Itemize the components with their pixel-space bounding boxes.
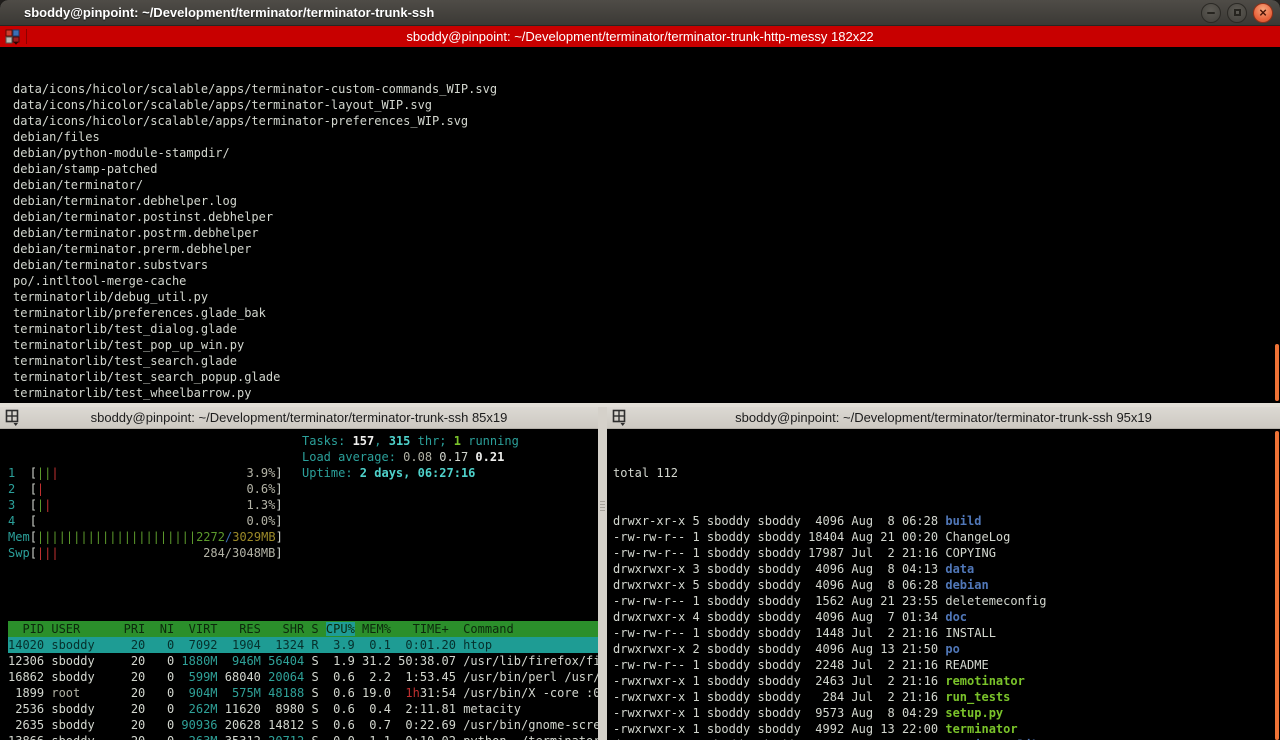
output-line: terminatorlib/test_search_popup.glade [0,369,1280,385]
output-line: data/icons/hicolor/scalable/apps/termina… [0,113,1280,129]
output-line: data/icons/hicolor/scalable/apps/termina… [0,97,1280,113]
cpu-meter: 3 [|| 1.3%] [8,497,598,513]
mem-meter: Mem[||||||||||||||||||||||2272/3029MB] [8,529,598,545]
pane-htop: sboddy@pinpoint: ~/Development/terminato… [0,407,598,740]
file-row: drwxrwxr-x 4 sboddy sboddy 4096 Aug 7 01… [613,609,1280,625]
output-line: debian/terminator.prerm.debhelper [0,241,1280,257]
htop-process-table: PID USER PRI NI VIRT RES SHR S CPU% MEM%… [8,621,598,740]
summary-line: Uptime: 2 days, 06:27:16 [302,465,519,481]
file-name: setup.py [945,706,1003,720]
file-name: INSTALL [945,626,996,640]
terminal-output: data/icons/hicolor/scalable/apps/termina… [0,81,1280,403]
scrollbar-thumb[interactable] [1275,431,1279,740]
summary-line: Tasks: 157, 315 thr; 1 running [302,433,519,449]
output-line: debian/stamp-patched [0,161,1280,177]
output-line: debian/files [0,129,1280,145]
terminal-htop[interactable]: 1 [||| 3.9%]2 [| 0.6%]3 [|| 1.3%]4 [ 0.0… [0,429,598,740]
splitter-grip[interactable] [600,499,605,513]
process-row: 1899 root 20 0 904M 575M 48188 S 0.6 19.… [8,685,598,701]
output-line: terminatorlib/test_pop_up_win.py [0,337,1280,353]
file-name: ChangeLog [945,530,1010,544]
minimize-icon [1207,12,1215,14]
pane-title: sboddy@pinpoint: ~/Development/terminato… [607,410,1280,425]
window-buttons: × [1201,3,1273,23]
file-row: drwxrwxr-x 2 sboddy sboddy 4096 Aug 13 2… [613,641,1280,657]
window-title: sboddy@pinpoint: ~/Development/terminato… [24,5,434,20]
file-row: -rw-rw-r-- 1 sboddy sboddy 1562 Aug 21 2… [613,593,1280,609]
window-titlebar[interactable]: sboddy@pinpoint: ~/Development/terminato… [0,0,1280,26]
process-row: 12306 sboddy 20 0 1880M 946M 56404 S 1.9… [8,653,598,669]
output-line: terminatorlib/test_window.glade [0,401,1280,403]
process-row: 2536 sboddy 20 0 262M 11620 8980 S 0.6 0… [8,701,598,717]
file-listing: drwxr-xr-x 5 sboddy sboddy 4096 Aug 8 06… [613,513,1280,740]
close-button[interactable]: × [1253,3,1273,23]
pane-titlebar-ls[interactable]: sboddy@pinpoint: ~/Development/terminato… [607,407,1280,429]
focused-pane-titlebar[interactable]: sboddy@pinpoint: ~/Development/terminato… [0,26,1280,47]
process-row: 16862 sboddy 20 0 599M 68040 20064 S 0.6… [8,669,598,685]
output-line: debian/python-module-stampdir/ [0,145,1280,161]
pane-title: sboddy@pinpoint: ~/Development/terminato… [0,410,598,425]
output-line: data/icons/hicolor/scalable/apps/termina… [0,81,1280,97]
output-line: debian/terminator.debhelper.log [0,193,1280,209]
directory-name: doc [945,610,967,624]
process-row: 14020 sboddy 20 0 7092 1904 1324 R 3.9 0… [8,637,598,653]
close-icon: × [1259,6,1267,19]
file-row: -rwxrwxr-x 1 sboddy sboddy 2463 Jul 2 21… [613,673,1280,689]
output-line: terminatorlib/preferences.glade_bak [0,305,1280,321]
output-line: debian/terminator.substvars [0,257,1280,273]
file-row: -rwxrwxr-x 1 sboddy sboddy 284 Jul 2 21:… [613,689,1280,705]
file-row: -rwxrwxr-x 1 sboddy sboddy 4992 Aug 13 2… [613,721,1280,737]
maximize-icon [1234,9,1241,16]
file-row: -rw-rw-r-- 1 sboddy sboddy 17987 Jul 2 2… [613,545,1280,561]
file-row: drwxrwxr-x 5 sboddy sboddy 4096 Aug 8 06… [613,577,1280,593]
terminal-top[interactable]: data/icons/hicolor/scalable/apps/termina… [0,47,1280,403]
pane-titlebar-htop[interactable]: sboddy@pinpoint: ~/Development/terminato… [0,407,598,429]
output-line: po/.intltool-merge-cache [0,273,1280,289]
output-line: debian/terminator/ [0,177,1280,193]
htop-summary: Tasks: 157, 315 thr; 1 runningLoad avera… [302,433,519,481]
directory-name: data [945,562,974,576]
file-row: -rw-rw-r-- 1 sboddy sboddy 18404 Aug 21 … [613,529,1280,545]
output-line: terminatorlib/debug_util.py [0,289,1280,305]
file-name: deletemeconfig [945,594,1046,608]
vertical-splitter[interactable] [598,407,607,740]
cpu-meter: 2 [| 0.6%] [8,481,598,497]
file-row: drwxr-xr-x 5 sboddy sboddy 4096 Aug 8 06… [613,513,1280,529]
file-name: remotinator [945,674,1024,688]
summary-line: Load average: 0.08 0.17 0.21 [302,449,519,465]
focused-pane-title: sboddy@pinpoint: ~/Development/terminato… [0,29,1280,44]
output-line: terminatorlib/test_dialog.glade [0,321,1280,337]
swp-meter: Swp[||| 284/3048MB] [8,545,598,561]
output-line: terminatorlib/test_search.glade [0,353,1280,369]
file-name: COPYING [945,546,996,560]
cpu-meter: 4 [ 0.0%] [8,513,598,529]
file-name: terminator [945,722,1017,736]
bottom-panes: sboddy@pinpoint: ~/Development/terminato… [0,407,1280,740]
output-line: debian/terminator.postrm.debhelper [0,225,1280,241]
total-text: total 112 [613,466,678,480]
maximize-button[interactable] [1227,3,1247,23]
terminator-window: sboddy@pinpoint: ~/Development/terminato… [0,0,1280,740]
file-name: run_tests [945,690,1010,704]
file-row: drwxrwxr-x 3 sboddy sboddy 4096 Aug 8 04… [613,561,1280,577]
output-line: terminatorlib/test_wheelbarrow.py [0,385,1280,401]
directory-name: po [945,642,959,656]
pane-ls: sboddy@pinpoint: ~/Development/terminato… [607,407,1280,740]
total-line: total 112 [613,465,1280,481]
file-row: -rwxrwxr-x 1 sboddy sboddy 9573 Aug 8 04… [613,705,1280,721]
process-row: 13866 sboddy 20 0 263M 35312 20712 S 0.0… [8,733,598,740]
file-row: -rw-rw-r-- 1 sboddy sboddy 2248 Jul 2 21… [613,657,1280,673]
file-row: -rw-rw-r-- 1 sboddy sboddy 1448 Jul 2 21… [613,625,1280,641]
minimize-button[interactable] [1201,3,1221,23]
directory-name: debian [945,578,988,592]
output-line: debian/terminator.postinst.debhelper [0,209,1280,225]
terminal-ls[interactable]: total 112 drwxr-xr-x 5 sboddy sboddy 409… [607,429,1280,740]
process-table-header: PID USER PRI NI VIRT RES SHR S CPU% MEM%… [8,621,598,637]
scrollbar-thumb[interactable] [1275,344,1279,401]
file-name: README [945,658,988,672]
directory-name: build [945,514,981,528]
process-row: 2635 sboddy 20 0 90936 20628 14812 S 0.6… [8,717,598,733]
